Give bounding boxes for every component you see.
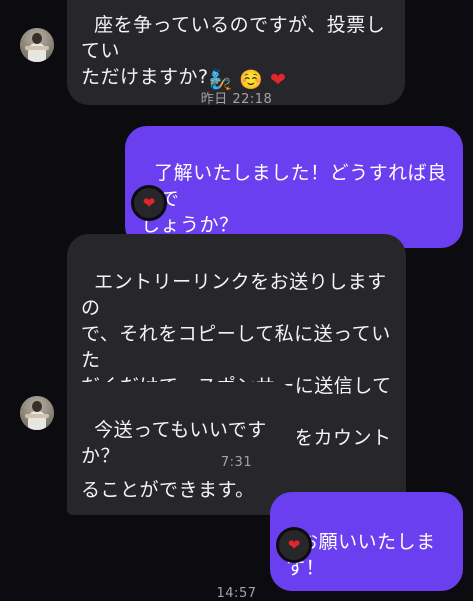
avatar-figure-head bbox=[32, 401, 42, 412]
timestamp-divider: 昨日 22:18 bbox=[200, 92, 273, 107]
message-bubble-outgoing[interactable]: 了解いたしました！どうすれば良いで しょうか？ bbox=[125, 126, 463, 248]
timestamp-divider: 14:57 bbox=[216, 586, 257, 601]
timestamp-divider: 7:31 bbox=[220, 455, 253, 470]
avatar-figure-head bbox=[32, 33, 42, 44]
contact-avatar[interactable] bbox=[20, 396, 54, 430]
avatar-figure-arms bbox=[25, 414, 49, 418]
heart-reaction-icon[interactable]: ❤ bbox=[276, 527, 312, 563]
message-text: 了解いたしました！どうすれば良いで しょうか？ bbox=[141, 162, 447, 236]
avatar-figure-arms bbox=[25, 46, 49, 50]
contact-avatar[interactable] bbox=[20, 28, 54, 62]
heart-reaction-icon[interactable]: ❤ bbox=[131, 185, 167, 221]
